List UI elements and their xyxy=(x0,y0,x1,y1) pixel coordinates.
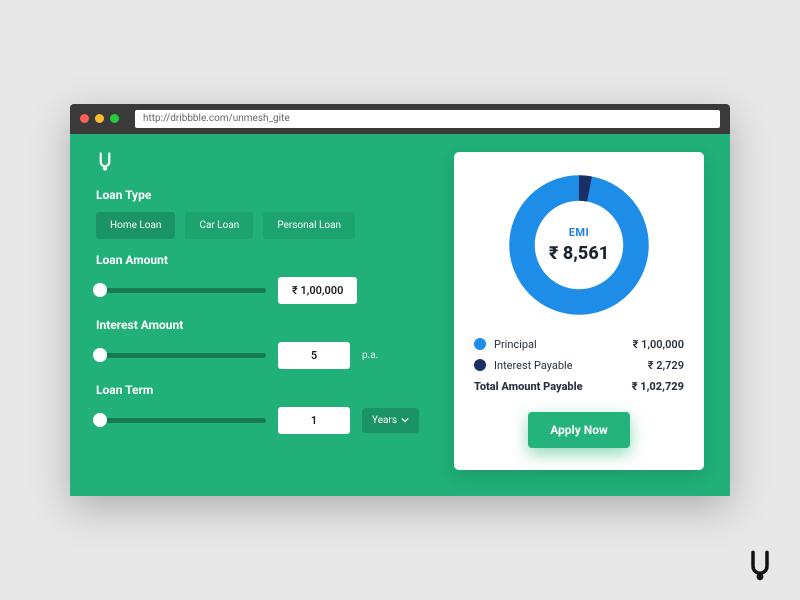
loan-term-label: Loan Term xyxy=(96,383,434,397)
tab-car-loan[interactable]: Car Loan xyxy=(185,212,253,239)
loan-type-tabs: Home Loan Car Loan Personal Loan xyxy=(96,212,434,239)
browser-window: http://dribbble.com/unmesh_gite Loan Typ… xyxy=(70,104,730,496)
maximize-icon[interactable] xyxy=(110,114,119,123)
loan-amount-label: Loan Amount xyxy=(96,253,434,267)
tab-home-loan[interactable]: Home Loan xyxy=(96,212,175,239)
interest-payable-label: Interest Payable xyxy=(494,359,648,372)
term-field[interactable]: 1 xyxy=(278,407,350,434)
interest-field[interactable]: 5 xyxy=(278,342,350,369)
loan-amount-slider[interactable] xyxy=(96,280,266,300)
legend: Principal ₹ 1,00,000 Interest Payable ₹ … xyxy=(474,338,684,394)
legend-principal: Principal ₹ 1,00,000 xyxy=(474,338,684,351)
watermark-logo-icon xyxy=(746,550,774,582)
principal-label: Principal xyxy=(494,338,633,351)
result-card: EMI ₹ 8,561 Principal ₹ 1,00,000 Interes… xyxy=(454,152,704,470)
chevron-down-icon xyxy=(401,416,409,424)
term-unit-label: Years xyxy=(372,415,397,426)
form-panel: Loan Type Home Loan Car Loan Personal Lo… xyxy=(96,152,434,470)
interest-payable-value: ₹ 2,729 xyxy=(648,359,684,372)
legend-interest: Interest Payable ₹ 2,729 xyxy=(474,359,684,372)
loan-type-label: Loan Type xyxy=(96,188,434,202)
app-body: Loan Type Home Loan Car Loan Personal Lo… xyxy=(70,134,730,496)
emi-donut-chart: EMI ₹ 8,561 xyxy=(504,170,654,320)
url-input[interactable]: http://dribbble.com/unmesh_gite xyxy=(135,110,720,128)
tab-personal-loan[interactable]: Personal Loan xyxy=(263,212,355,239)
minimize-icon[interactable] xyxy=(95,114,104,123)
titlebar: http://dribbble.com/unmesh_gite xyxy=(70,104,730,134)
principal-value: ₹ 1,00,000 xyxy=(633,338,684,351)
interest-slider[interactable] xyxy=(96,345,266,365)
interest-suffix: p.a. xyxy=(362,350,378,361)
logo-icon xyxy=(96,152,114,172)
total-row: Total Amount Payable ₹ 1,02,729 xyxy=(474,380,684,394)
total-label: Total Amount Payable xyxy=(474,380,632,394)
close-icon[interactable] xyxy=(80,114,89,123)
interest-label: Interest Amount xyxy=(96,318,434,332)
total-value: ₹ 1,02,729 xyxy=(632,380,684,394)
apply-now-button[interactable]: Apply Now xyxy=(528,412,630,448)
interest-dot-icon xyxy=(474,359,486,371)
term-unit-dropdown[interactable]: Years xyxy=(362,408,419,433)
emi-label: EMI xyxy=(569,226,590,239)
principal-dot-icon xyxy=(474,338,486,350)
emi-value: ₹ 8,561 xyxy=(549,243,609,264)
loan-amount-field[interactable]: ₹ 1,00,000 xyxy=(278,277,357,304)
term-slider[interactable] xyxy=(96,410,266,430)
